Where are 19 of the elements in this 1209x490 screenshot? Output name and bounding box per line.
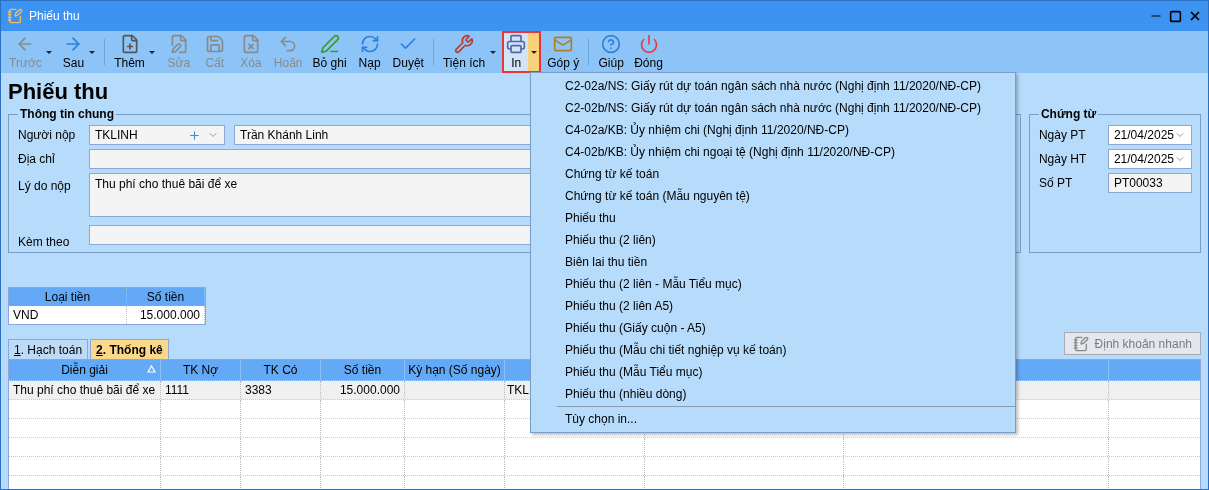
field-label: Người nộp [18,128,77,142]
window-title: Phiếu thu [29,9,81,23]
column-header: Loại tiền [9,288,127,306]
table-cell: 3383 [241,381,321,399]
table-cell: 15.000.000 [321,381,405,399]
field-label: Số PT [1038,176,1074,190]
field-label: Ngày PT [1038,128,1087,142]
table-cell: 15.000.000 [127,306,205,324]
table-cell: 1111 [161,381,241,399]
group-title: Thông tin chung [19,107,115,121]
field-label: Kèm theo [18,234,71,249]
table-cell: VND [9,306,127,324]
field-label: Lý do nộp [18,178,72,193]
form-heading: Phiếu thu [8,79,109,105]
table-cell: Thu phí cho thuê bãi để xe [9,381,161,399]
column-header: Số tiền [127,288,205,306]
group-title: Chứng từ [1039,107,1098,121]
field-label: Địa chỉ [18,152,56,166]
field-label: Ngày HT [1038,152,1088,166]
